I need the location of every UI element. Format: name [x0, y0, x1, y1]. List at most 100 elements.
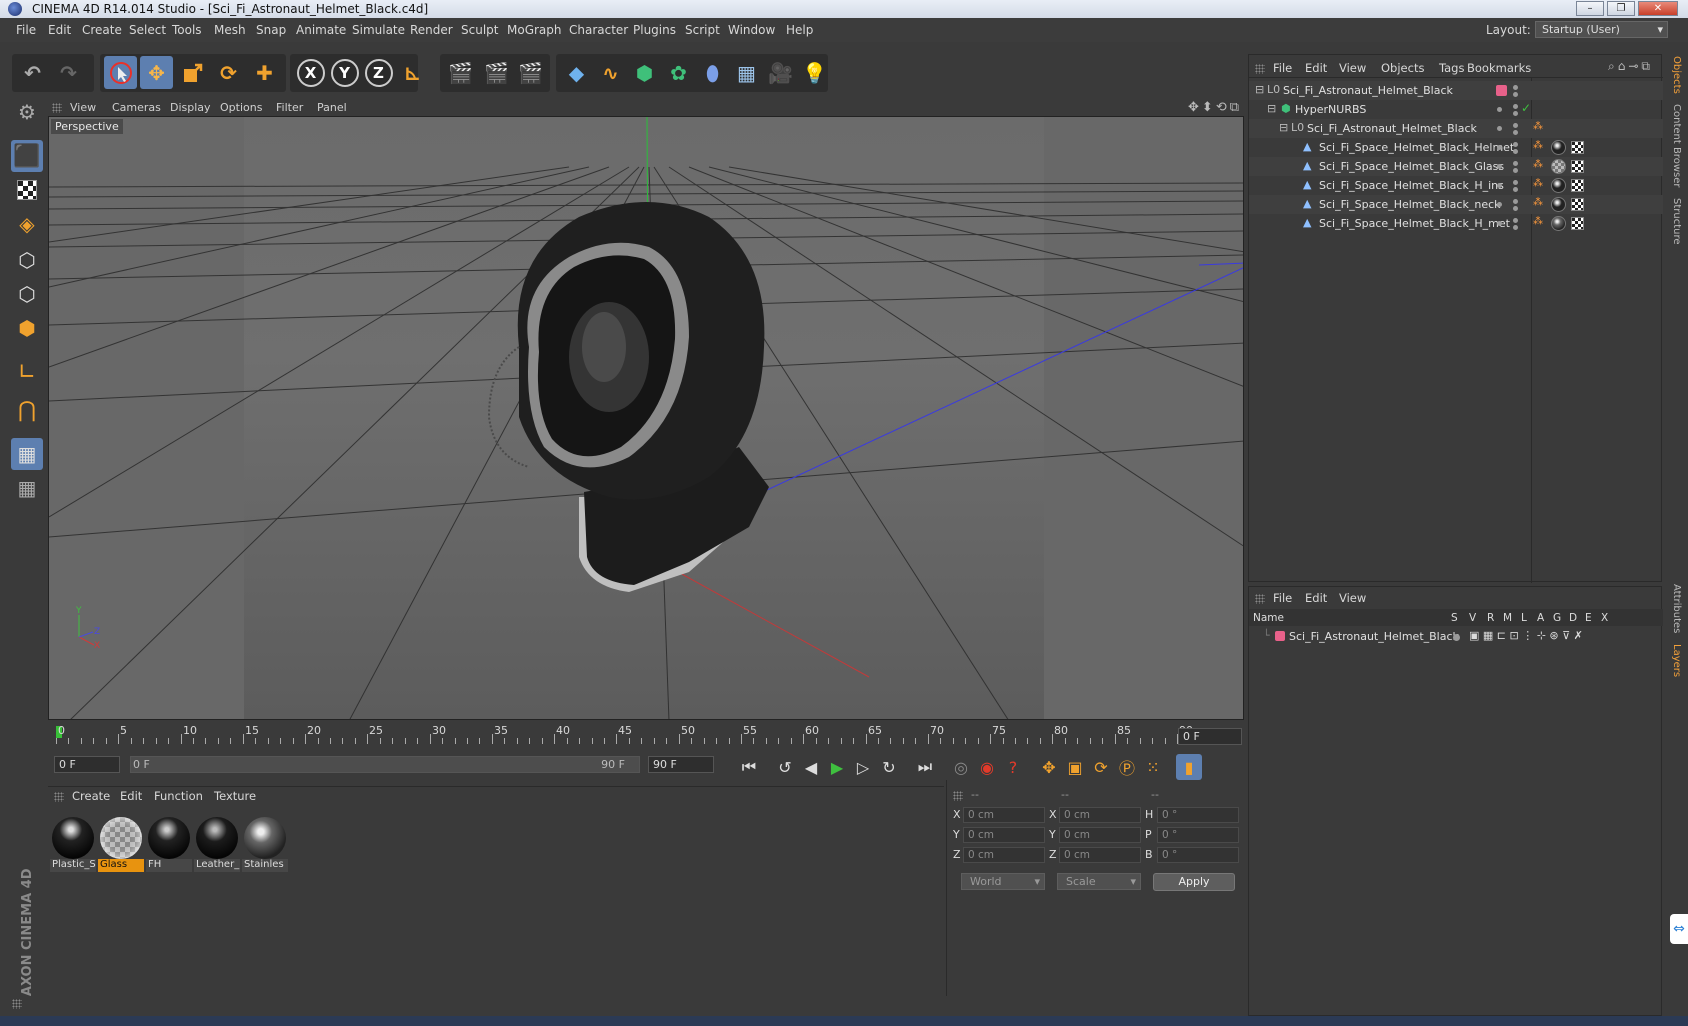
layer-col-view[interactable]: V	[1469, 612, 1476, 624]
camera-icon[interactable]: 🎥	[764, 56, 797, 89]
material-menu-function[interactable]: Function	[154, 789, 203, 803]
go-to-end-icon[interactable]: ⏭	[912, 754, 938, 780]
material-glass[interactable]: Glass	[98, 815, 144, 873]
layer-col-locked[interactable]: L	[1521, 612, 1527, 624]
object-row[interactable]: ⊟ L0 Sci_Fi_Astronaut_Helmet_Black	[1249, 81, 1663, 100]
menu-create[interactable]: Create	[82, 23, 122, 37]
menu-simulate[interactable]: Simulate	[352, 23, 405, 37]
start-frame-field[interactable]: 0 F	[54, 756, 120, 773]
key-rotation-icon[interactable]: ⟳	[1088, 754, 1114, 780]
material-menu-create[interactable]: Create	[72, 789, 110, 803]
timeline-ruler[interactable]: 051015202530354045505560657075808590	[48, 722, 1244, 746]
layer-col-name[interactable]: Name	[1253, 612, 1284, 624]
y-axis-lock-button[interactable]: Y	[328, 56, 361, 89]
objmgr-menu-file[interactable]: File	[1273, 61, 1292, 75]
menu-plugins[interactable]: Plugins	[633, 23, 676, 37]
previous-frame-icon[interactable]: ◀	[798, 754, 824, 780]
menu-character[interactable]: Character	[569, 23, 628, 37]
panel-grip-icon[interactable]	[12, 999, 22, 1009]
menu-sculpt[interactable]: Sculpt	[461, 23, 498, 37]
layer-col-deformers[interactable]: D	[1569, 612, 1577, 624]
layer-col-xref[interactable]: X	[1601, 612, 1608, 624]
floor-scene-icon[interactable]: ▦	[730, 56, 763, 89]
viewport-menu-display[interactable]: Display	[170, 101, 211, 114]
tab-content-browser[interactable]: Content Browser	[1671, 104, 1682, 187]
restore-button[interactable]: ❐	[1607, 1, 1635, 16]
teamviewer-icon[interactable]: ⇔	[1670, 914, 1688, 944]
material-menu-edit[interactable]: Edit	[120, 789, 142, 803]
viewport-navigation-icons[interactable]: ✥⬍⟲⧉	[1188, 100, 1242, 115]
material-plastic[interactable]: Plastic_S	[50, 815, 96, 873]
layer-col-expressions[interactable]: E	[1585, 612, 1592, 624]
autokey-icon[interactable]: ◉	[974, 754, 1000, 780]
edges-mode-icon[interactable]: ⬡	[11, 278, 43, 310]
deformer-bend-icon[interactable]: ⬮	[696, 56, 729, 89]
layermgr-menu-edit[interactable]: Edit	[1305, 591, 1327, 605]
z-axis-lock-button[interactable]: Z	[362, 56, 395, 89]
key-parameter-icon[interactable]: Ⓟ	[1114, 754, 1140, 780]
menu-mograph[interactable]: MoGraph	[507, 23, 562, 37]
layer-row[interactable]: └ Sci_Fi_Astronaut_Helmet_Black ▣ ▦ ⊏ ⊡ …	[1249, 627, 1663, 646]
layer-col-manager[interactable]: M	[1503, 612, 1512, 624]
cube-primitive-icon[interactable]: ◆	[560, 56, 593, 89]
menu-tools[interactable]: Tools	[172, 23, 202, 37]
render-view-icon[interactable]: 🎬	[444, 56, 477, 89]
objmgr-menu-edit[interactable]: Edit	[1305, 61, 1327, 75]
material-leather[interactable]: Leather_	[194, 815, 240, 873]
rot-b-field[interactable]: 0 °	[1157, 847, 1239, 863]
end-frame-field[interactable]: 90 F	[648, 756, 714, 773]
spline-pen-icon[interactable]: ∿	[594, 56, 627, 89]
layer-col-animation[interactable]: A	[1537, 612, 1544, 624]
menu-animate[interactable]: Animate	[296, 23, 346, 37]
object-row[interactable]: ⊟ L0 Sci_Fi_Astronaut_Helmet_Black ⁂	[1249, 119, 1663, 138]
menu-select[interactable]: Select	[129, 23, 166, 37]
key-point-level-icon[interactable]: ⁙	[1140, 754, 1166, 780]
snap-magnet-icon[interactable]: ⋂	[11, 394, 43, 426]
menu-snap[interactable]: Snap	[256, 23, 286, 37]
panel-grip-icon[interactable]	[1255, 594, 1265, 604]
redo-icon[interactable]: ↷	[52, 56, 85, 89]
coordinate-mode-dropdown[interactable]: Scale	[1057, 873, 1141, 890]
keyframe-selection-icon[interactable]: ?	[1000, 754, 1026, 780]
workplane-lock-icon[interactable]: ▦	[11, 438, 43, 470]
pos-y-field[interactable]: 0 cm	[963, 827, 1045, 843]
perspective-viewport[interactable]: Y Z X Perspective	[48, 116, 1244, 720]
next-frame-icon[interactable]: ▷	[850, 754, 876, 780]
next-keyframe-icon[interactable]: ↻	[876, 754, 902, 780]
record-keys-icon[interactable]: ◎	[948, 754, 974, 780]
close-button[interactable]: ✕	[1638, 1, 1678, 16]
size-z-field[interactable]: 0 cm	[1059, 847, 1141, 863]
tab-structure[interactable]: Structure	[1671, 198, 1682, 245]
material-fh[interactable]: FH	[146, 815, 192, 873]
axis-mode-icon[interactable]: ∟	[11, 356, 43, 388]
object-row[interactable]: ▲ Sci_Fi_Space_Helmet_Black_Glass ⁂	[1249, 157, 1663, 176]
tab-objects[interactable]: Objects	[1671, 56, 1682, 94]
key-position-icon[interactable]: ✥	[1036, 754, 1062, 780]
go-to-start-icon[interactable]: ⏮	[736, 754, 762, 780]
recent-tool-icon[interactable]: ✚	[248, 56, 281, 89]
make-editable-icon[interactable]: ⚙	[11, 96, 43, 128]
rotate-tool-icon[interactable]: ⟳	[212, 56, 245, 89]
object-row[interactable]: ▲ Sci_Fi_Space_Helmet_Black_neck ⁂	[1249, 195, 1663, 214]
layer-color-swatch[interactable]	[1275, 631, 1285, 641]
layer-visibility-icons[interactable]: ▣ ▦ ⊏ ⊡ ⋮ ⊹ ⊛ ⊽ ✗	[1469, 629, 1583, 642]
x-axis-lock-button[interactable]: X	[294, 56, 327, 89]
viewport-menu-options[interactable]: Options	[220, 101, 262, 114]
menu-script[interactable]: Script	[685, 23, 720, 37]
render-picture-viewer-icon[interactable]: 🎬	[480, 56, 513, 89]
rot-p-field[interactable]: 0 °	[1157, 827, 1239, 843]
coordinate-system-icon[interactable]: ⊾	[396, 56, 429, 89]
previous-keyframe-icon[interactable]: ↺	[772, 754, 798, 780]
objmgr-menu-bookmarks[interactable]: Bookmarks	[1467, 61, 1531, 75]
menu-render[interactable]: Render	[410, 23, 453, 37]
material-stainless[interactable]: Stainles	[242, 815, 288, 873]
layermgr-menu-view[interactable]: View	[1339, 591, 1366, 605]
live-selection-icon[interactable]	[104, 56, 137, 89]
timeline-window-icon[interactable]: ▮	[1176, 754, 1202, 780]
objmgr-menu-objects[interactable]: Objects	[1381, 61, 1424, 75]
objmgr-toolbar-icons[interactable]: ⌕⌂⊸⧉	[1608, 59, 1653, 74]
panel-grip-icon[interactable]	[953, 791, 963, 801]
minimize-button[interactable]: –	[1576, 1, 1604, 16]
menu-window[interactable]: Window	[728, 23, 775, 37]
menu-file[interactable]: File	[16, 23, 36, 37]
